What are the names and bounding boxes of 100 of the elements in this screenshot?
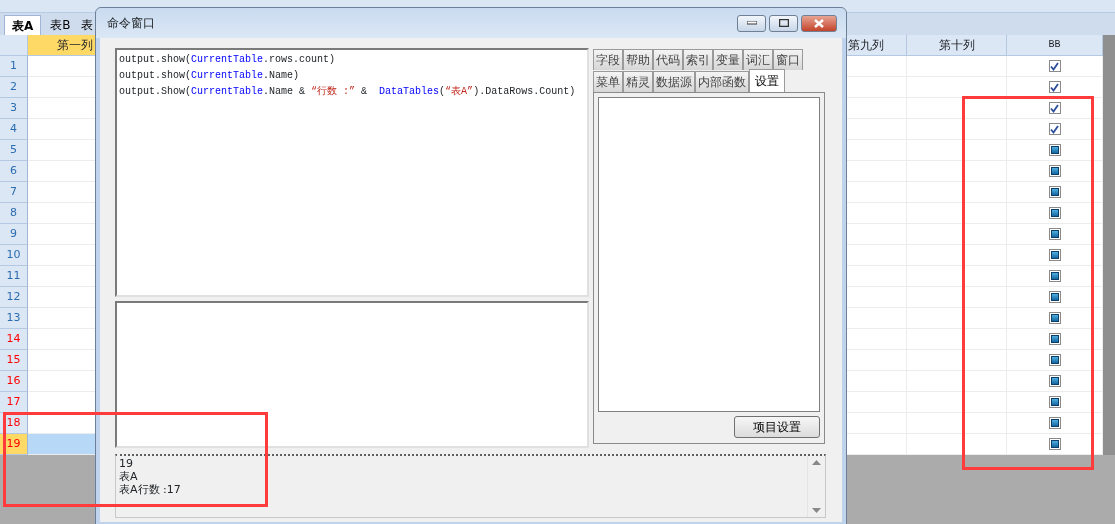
checkbox[interactable] (1048, 186, 1061, 198)
code-line: output.show(CurrentTable.rows.count) (119, 53, 337, 67)
checkbox[interactable] (1048, 375, 1061, 387)
row-header[interactable]: 12 (0, 287, 28, 308)
sheet-tab[interactable]: 表A (4, 15, 42, 35)
checkbox[interactable] (1048, 81, 1061, 93)
sheet-tab[interactable]: 表 (79, 15, 94, 35)
table-cell[interactable] (1007, 371, 1103, 392)
tab[interactable]: 设置 (749, 69, 785, 92)
tab[interactable]: 精灵 (623, 71, 653, 92)
table-cell[interactable] (907, 266, 1007, 287)
table-cell[interactable] (1007, 161, 1103, 182)
table-cell[interactable] (907, 413, 1007, 434)
tab[interactable]: 索引 (683, 49, 713, 70)
table-cell[interactable] (1007, 287, 1103, 308)
checkbox[interactable] (1048, 270, 1061, 282)
table-cell[interactable] (1007, 392, 1103, 413)
table-cell[interactable] (1007, 224, 1103, 245)
checkbox[interactable] (1048, 228, 1061, 240)
scrollbar[interactable] (1103, 434, 1115, 455)
table-cell[interactable] (907, 350, 1007, 371)
checkbox[interactable] (1048, 312, 1061, 324)
checkbox[interactable] (1048, 291, 1061, 303)
row-number: 12 (6, 290, 21, 303)
tab[interactable]: 代码 (653, 49, 683, 70)
row-number: 18 (6, 416, 21, 429)
scroll-up-icon[interactable] (812, 460, 821, 465)
table-cell[interactable] (907, 77, 1007, 98)
row-header[interactable]: 4 (0, 119, 28, 140)
checkbox[interactable] (1048, 60, 1061, 72)
project-settings-button[interactable]: 项目设置 (734, 416, 820, 438)
tab[interactable]: 内部函数 (695, 71, 749, 92)
checkbox[interactable] (1048, 207, 1061, 219)
table-cell[interactable] (1007, 77, 1103, 98)
table-cell[interactable] (907, 434, 1007, 455)
checkbox[interactable] (1048, 165, 1061, 177)
table-cell[interactable] (1007, 308, 1103, 329)
row-header[interactable]: 10 (0, 245, 28, 266)
checkbox[interactable] (1048, 438, 1061, 450)
minimize-button[interactable] (737, 14, 766, 32)
checkbox[interactable] (1048, 333, 1061, 345)
close-button[interactable] (801, 14, 837, 32)
row-header[interactable]: 2 (0, 77, 28, 98)
row-header[interactable]: 11 (0, 266, 28, 287)
tab[interactable]: 数据源 (653, 71, 695, 92)
table-cell[interactable] (907, 392, 1007, 413)
row-header[interactable]: 8 (0, 203, 28, 224)
tab[interactable]: 窗口 (773, 49, 803, 70)
checkbox[interactable] (1048, 102, 1061, 114)
checkbox[interactable] (1048, 123, 1061, 135)
row-header[interactable]: 1 (0, 56, 28, 77)
row-header[interactable]: 7 (0, 182, 28, 203)
scrollbar[interactable] (1103, 35, 1115, 56)
table-cell[interactable] (907, 56, 1007, 77)
table-cell[interactable] (1007, 56, 1103, 77)
table-cell[interactable] (907, 371, 1007, 392)
table-cell[interactable] (1007, 434, 1103, 455)
row-header[interactable]: 3 (0, 98, 28, 119)
code-editor[interactable]: output.show(CurrentTable.rows.count) output.show(CurrentTable.Name) output.Show(CurrentTable.Name & “行数 :” & DataTables(“表A”).DataRows.Count) (115, 48, 589, 297)
table-cell[interactable] (1007, 329, 1103, 350)
tab[interactable]: 字段 (593, 49, 623, 70)
row-header[interactable]: 5 (0, 140, 28, 161)
table-cell[interactable] (907, 245, 1007, 266)
corner-cell[interactable] (0, 35, 28, 56)
tab[interactable]: 词汇 (743, 49, 773, 70)
table-cell[interactable] (907, 287, 1007, 308)
table-cell[interactable] (907, 98, 1007, 119)
table-cell[interactable] (907, 182, 1007, 203)
row-header[interactable]: 6 (0, 161, 28, 182)
table-cell[interactable] (1007, 245, 1103, 266)
scroll-down-icon[interactable] (812, 508, 821, 513)
checkbox[interactable] (1048, 249, 1061, 261)
tab[interactable]: 变量 (713, 49, 743, 70)
table-cell[interactable] (907, 140, 1007, 161)
table-cell[interactable] (1007, 140, 1103, 161)
table-cell[interactable] (1007, 266, 1103, 287)
table-cell[interactable] (907, 329, 1007, 350)
checkbox[interactable] (1048, 144, 1061, 156)
table-cell[interactable] (1007, 203, 1103, 224)
checkbox[interactable] (1048, 354, 1061, 366)
table-cell[interactable] (1007, 119, 1103, 140)
table-cell[interactable] (907, 119, 1007, 140)
tab[interactable]: 菜单 (593, 71, 623, 92)
row-header[interactable]: 13 (0, 308, 28, 329)
table-cell[interactable] (1007, 413, 1103, 434)
table-cell[interactable] (907, 224, 1007, 245)
table-cell[interactable] (1007, 182, 1103, 203)
table-cell[interactable] (1007, 350, 1103, 371)
row-header[interactable]: 9 (0, 224, 28, 245)
checkbox[interactable] (1048, 417, 1061, 429)
table-cell[interactable] (907, 161, 1007, 182)
checkbox[interactable] (1048, 396, 1061, 408)
table-cell[interactable] (907, 308, 1007, 329)
tab[interactable]: 帮助 (623, 49, 653, 70)
sheet-tab[interactable]: 表B (43, 15, 78, 35)
minimize-icon (746, 21, 757, 25)
column-header[interactable]: 第十列 (907, 35, 1007, 56)
maximize-button[interactable] (769, 14, 798, 32)
table-cell[interactable] (907, 203, 1007, 224)
column-header[interactable]: BB (1007, 35, 1103, 56)
